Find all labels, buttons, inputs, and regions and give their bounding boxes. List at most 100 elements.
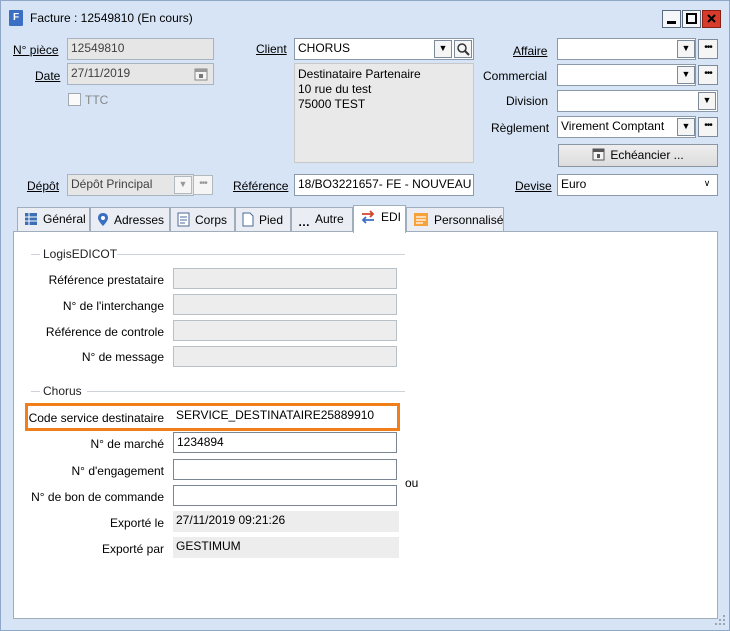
interchange-field[interactable] [173, 294, 397, 315]
division-field[interactable] [557, 90, 718, 112]
commercial-field[interactable] [557, 64, 696, 86]
maximize-icon [686, 13, 697, 24]
group-divider [87, 391, 405, 392]
tab-edi-label: EDI [381, 210, 402, 224]
reglement-more-button[interactable]: ••• [698, 117, 718, 137]
address-line-1: Destinataire Partenaire [298, 67, 421, 81]
exporte-le-field: 27/11/2019 09:21:26 [173, 511, 399, 532]
group-divider [31, 391, 40, 392]
tab-general-label: Général [43, 212, 86, 226]
commercial-dropdown-button[interactable]: ▼ [677, 66, 695, 84]
tab-autre[interactable]: … Autre [291, 207, 353, 232]
client-search-button[interactable] [454, 40, 472, 58]
close-button[interactable] [702, 10, 721, 28]
interchange-label: N° de l'interchange [62, 299, 164, 313]
message-field[interactable] [173, 346, 397, 367]
chevron-down-icon: ▼ [702, 95, 712, 105]
reglement-field[interactable]: Virement Comptant [557, 116, 696, 138]
devise-dropdown-button[interactable]: ∨ [698, 176, 716, 194]
chevron-down-icon: ▼ [178, 179, 188, 189]
tab-adresses[interactable]: Adresses [90, 207, 170, 232]
date-field[interactable]: 27/11/2019 [67, 63, 214, 85]
affaire-label: Affaire [513, 44, 548, 58]
date-label: Date [35, 69, 61, 83]
grid-icon [25, 213, 37, 225]
no-piece-label: N° pièce [13, 43, 59, 57]
tab-corps-label: Corps [195, 213, 228, 227]
reglement-dropdown-button[interactable]: ▼ [677, 118, 695, 136]
commercial-more-button[interactable]: ••• [698, 65, 718, 85]
reglement-label: Règlement [491, 121, 550, 135]
exchange-arrows-icon [361, 210, 375, 224]
ref-prestataire-field[interactable] [173, 268, 397, 289]
client-label: Client [256, 42, 287, 56]
ref-controle-label: Référence de controle [45, 325, 164, 339]
tab-adresses-label: Adresses [114, 213, 165, 227]
devise-field[interactable]: Euro [557, 174, 718, 196]
address-line-2: 10 rue du test [298, 82, 372, 96]
minimize-button[interactable] [662, 10, 681, 28]
search-icon [457, 43, 470, 56]
depot-label: Dépôt [27, 179, 60, 193]
ellipsis-icon: ••• [199, 178, 207, 189]
custom-fields-icon [414, 213, 428, 226]
tab-general[interactable]: Général [17, 207, 90, 232]
division-label: Division [506, 94, 549, 108]
title-bar: F Facture : 12549810 (En cours) [1, 1, 729, 31]
tab-autre-label: Autre [315, 212, 344, 226]
tab-pied[interactable]: Pied [235, 207, 291, 232]
client-dropdown-button[interactable]: ▼ [434, 40, 452, 58]
chevron-down-icon: ▼ [681, 43, 691, 53]
no-piece-field[interactable]: 12549810 [67, 38, 214, 60]
close-icon [707, 14, 716, 23]
ellipsis-icon: … [298, 215, 310, 229]
tab-personnalise-label: Personnalisé [434, 213, 504, 227]
chorus-group-title: Chorus [43, 384, 82, 398]
client-address-box: Destinataire Partenaire 10 rue du test 7… [294, 63, 474, 163]
echeancier-button[interactable]: Echéancier ... [558, 144, 718, 167]
window-title: Facture : 12549810 (En cours) [30, 11, 193, 25]
resize-grip-icon[interactable] [713, 613, 727, 627]
marche-field[interactable]: 1234894 [173, 432, 397, 453]
tab-personnalise[interactable]: Personnalisé [406, 207, 504, 232]
message-label: N° de message [81, 350, 164, 364]
ref-prestataire-label: Référence prestataire [48, 273, 164, 287]
engagement-label: N° d'engagement [71, 464, 164, 478]
marche-label: N° de marché [90, 437, 165, 451]
affaire-more-button[interactable]: ••• [698, 39, 718, 59]
document-icon [177, 212, 190, 227]
engagement-field[interactable] [173, 459, 397, 480]
ellipsis-icon: ••• [704, 68, 712, 79]
division-dropdown-button[interactable]: ▼ [698, 92, 716, 110]
ref-controle-field[interactable] [173, 320, 397, 341]
bon-commande-field[interactable] [173, 485, 397, 506]
group-divider [31, 254, 40, 255]
affaire-field[interactable] [557, 38, 696, 60]
page-icon [242, 212, 254, 227]
depot-more-button[interactable]: ••• [193, 175, 213, 195]
chevron-down-icon: ▼ [438, 43, 448, 53]
location-pin-icon [98, 213, 108, 226]
code-service-label: Code service destinataire [28, 411, 164, 425]
affaire-dropdown-button[interactable]: ▼ [677, 40, 695, 58]
date-value: 27/11/2019 [71, 66, 131, 80]
bon-commande-label: N° de bon de commande [31, 490, 164, 504]
tab-corps[interactable]: Corps [170, 207, 235, 232]
maximize-button[interactable] [682, 10, 701, 28]
ellipsis-icon: ••• [704, 120, 712, 131]
calendar-icon [592, 148, 605, 161]
logisedicot-group-title: LogisEDICOT [43, 247, 118, 261]
ttc-label: TTC [85, 93, 109, 107]
chevron-down-icon: ▼ [681, 69, 691, 79]
exporte-par-label: Exporté par [101, 542, 164, 556]
ttc-checkbox[interactable] [68, 93, 81, 106]
commercial-label: Commercial [483, 69, 548, 83]
calendar-icon [194, 68, 208, 81]
calendar-button[interactable] [193, 66, 209, 82]
code-service-field[interactable]: SERVICE_DESTINATAIRE25889910 [173, 406, 397, 427]
tab-edi[interactable]: EDI [353, 205, 406, 233]
invoice-window: F Facture : 12549810 (En cours) N° pièce… [0, 0, 730, 631]
reference-field[interactable]: 18/BO3221657- FE - NOUVEAU H [294, 174, 474, 196]
reference-label: Référence [233, 179, 289, 193]
depot-dropdown-button[interactable]: ▼ [174, 176, 192, 194]
